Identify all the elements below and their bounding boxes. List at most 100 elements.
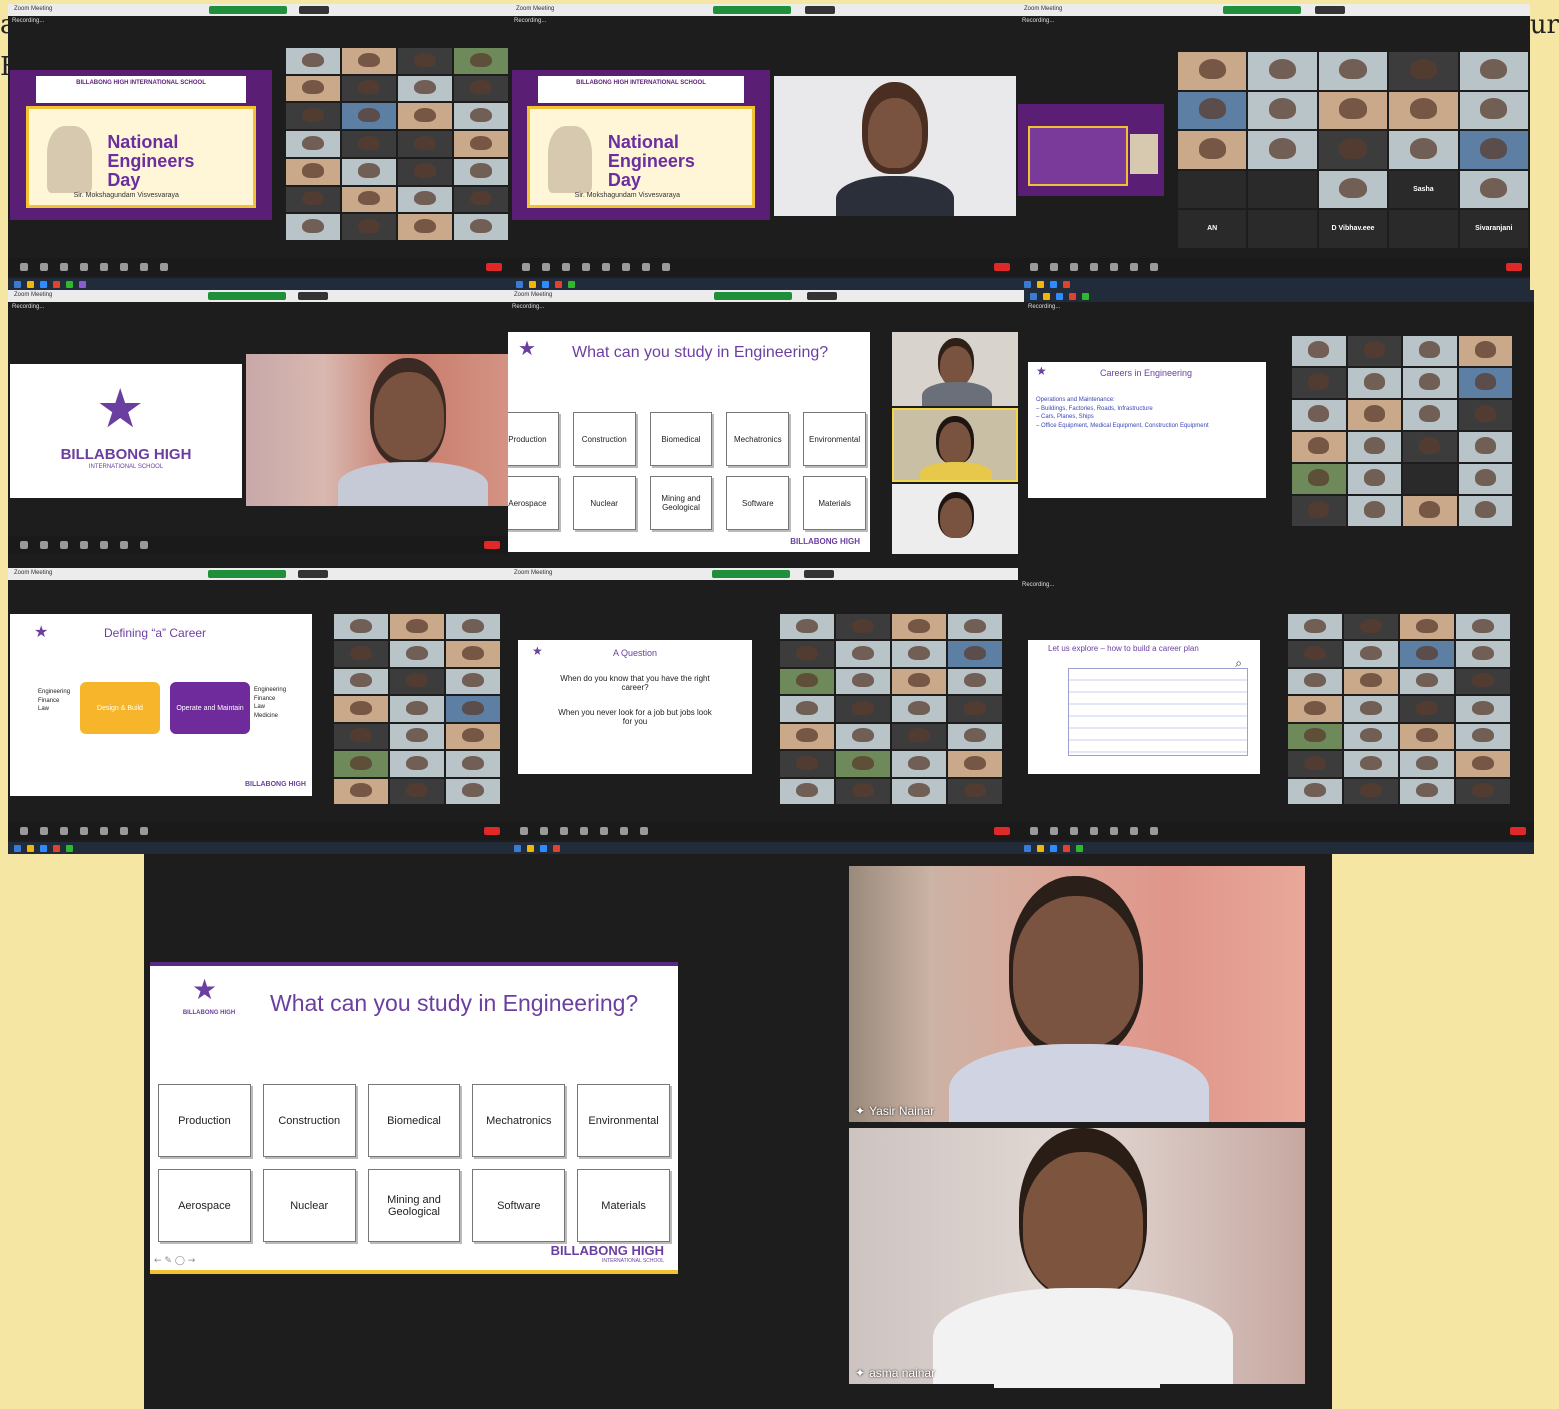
participant-tile[interactable] xyxy=(342,103,396,130)
share-screen-icon[interactable] xyxy=(620,827,628,835)
chat-icon[interactable] xyxy=(100,263,108,271)
participant-tile[interactable] xyxy=(398,103,452,130)
participants-icon[interactable] xyxy=(582,263,590,271)
participant-tile[interactable] xyxy=(1288,751,1342,777)
participant-tile[interactable] xyxy=(334,778,388,804)
record-icon[interactable] xyxy=(140,263,148,271)
participant-tile[interactable] xyxy=(454,131,508,157)
participant-tile[interactable] xyxy=(446,641,500,667)
participant-tile[interactable] xyxy=(390,668,444,695)
participant-tile[interactable] xyxy=(446,723,500,750)
participant-tile[interactable] xyxy=(1344,614,1398,640)
participants-icon[interactable] xyxy=(80,263,88,271)
video-icon[interactable] xyxy=(540,827,548,835)
participant-tile[interactable] xyxy=(1288,778,1342,804)
participant-tile[interactable] xyxy=(1344,723,1398,750)
end-meeting-button[interactable] xyxy=(1506,263,1522,271)
participant-tile[interactable] xyxy=(342,186,396,213)
participant-tile[interactable] xyxy=(780,641,834,667)
participant-tile[interactable] xyxy=(1458,496,1512,526)
participant-tile[interactable] xyxy=(398,158,452,185)
participant-tile[interactable] xyxy=(398,75,452,102)
annotation-toolbar[interactable]: ← ✎ ◯ → xyxy=(154,1256,195,1266)
participant-tile[interactable] xyxy=(1288,668,1342,695)
record-icon[interactable] xyxy=(642,263,650,271)
end-meeting-button[interactable] xyxy=(994,263,1010,271)
participant-tile[interactable] xyxy=(1292,400,1346,430)
share-screen-icon[interactable] xyxy=(1130,263,1138,271)
participant-tile[interactable] xyxy=(1347,368,1401,398)
participant-tile[interactable] xyxy=(334,641,388,667)
participant-tile[interactable] xyxy=(446,778,500,804)
participant-tile[interactable] xyxy=(1456,641,1510,667)
participant-tile[interactable] xyxy=(1288,723,1342,750)
share-screen-icon[interactable] xyxy=(120,263,128,271)
video-icon[interactable] xyxy=(542,263,550,271)
participant-tile[interactable] xyxy=(334,668,388,695)
participant-tile[interactable] xyxy=(1292,496,1346,526)
participant-tile[interactable] xyxy=(286,131,340,157)
participant-tile[interactable] xyxy=(1288,614,1342,640)
participant-tile[interactable] xyxy=(780,723,834,750)
participant-tile[interactable] xyxy=(454,158,508,185)
participant-tile[interactable] xyxy=(1288,696,1342,722)
participant-tile[interactable] xyxy=(836,641,890,667)
participants-icon[interactable] xyxy=(80,827,88,835)
participant-tile[interactable] xyxy=(1400,668,1454,695)
participant-tile[interactable] xyxy=(836,751,890,777)
record-icon[interactable] xyxy=(140,827,148,835)
participant-tile[interactable] xyxy=(1347,496,1401,526)
participant-tile[interactable] xyxy=(1456,696,1510,722)
participant-tile[interactable] xyxy=(454,214,508,240)
participant-tile[interactable] xyxy=(836,614,890,640)
share-screen-icon[interactable] xyxy=(622,263,630,271)
participant-tile[interactable] xyxy=(948,778,1002,804)
participant-tile[interactable] xyxy=(892,696,946,722)
participant-tile[interactable] xyxy=(780,696,834,722)
participant-tile[interactable] xyxy=(1344,668,1398,695)
participant-tile[interactable] xyxy=(1288,641,1342,667)
participant-tile[interactable] xyxy=(390,696,444,722)
participant-tile[interactable] xyxy=(1389,210,1458,248)
participant-tile[interactable] xyxy=(286,103,340,130)
participants-icon[interactable] xyxy=(1090,827,1098,835)
mute-icon[interactable] xyxy=(1030,263,1038,271)
participant-tile[interactable] xyxy=(1459,52,1528,90)
participant-tile[interactable] xyxy=(1458,464,1512,494)
participant-tile[interactable] xyxy=(1248,131,1317,169)
reactions-icon[interactable] xyxy=(662,263,670,271)
participant-tile[interactable] xyxy=(1456,751,1510,777)
participant-tile[interactable] xyxy=(1400,778,1454,804)
participant-tile[interactable] xyxy=(1178,131,1247,169)
security-icon[interactable] xyxy=(562,263,570,271)
participant-tile[interactable] xyxy=(398,186,452,213)
participant-tile[interactable] xyxy=(334,614,388,640)
participant-tile[interactable] xyxy=(836,696,890,722)
participant-tile[interactable] xyxy=(1458,432,1512,462)
share-screen-icon[interactable] xyxy=(120,827,128,835)
record-icon[interactable] xyxy=(140,541,148,549)
participants-icon[interactable] xyxy=(1090,263,1098,271)
participant-tile[interactable] xyxy=(892,641,946,667)
mute-icon[interactable] xyxy=(522,263,530,271)
participant-tile[interactable] xyxy=(1458,400,1512,430)
participant-tile[interactable] xyxy=(780,668,834,695)
participant-tile[interactable] xyxy=(1456,668,1510,695)
participant-tile[interactable] xyxy=(1456,778,1510,804)
video-icon[interactable] xyxy=(1050,263,1058,271)
participant-tile[interactable] xyxy=(454,186,508,213)
participant-tile[interactable] xyxy=(892,751,946,777)
end-meeting-button[interactable] xyxy=(994,827,1010,835)
participant-tile[interactable] xyxy=(398,131,452,157)
participant-tile[interactable] xyxy=(1344,696,1398,722)
participant-tile[interactable] xyxy=(1403,336,1457,366)
participant-tile[interactable] xyxy=(1248,91,1317,130)
participant-tile[interactable] xyxy=(398,214,452,240)
participant-tile[interactable] xyxy=(286,186,340,213)
participant-tile[interactable] xyxy=(398,48,452,74)
participant-tile[interactable] xyxy=(342,214,396,240)
participant-tile[interactable] xyxy=(390,751,444,777)
participant-tile[interactable] xyxy=(446,614,500,640)
mute-icon[interactable] xyxy=(20,263,28,271)
record-icon[interactable] xyxy=(1150,263,1158,271)
